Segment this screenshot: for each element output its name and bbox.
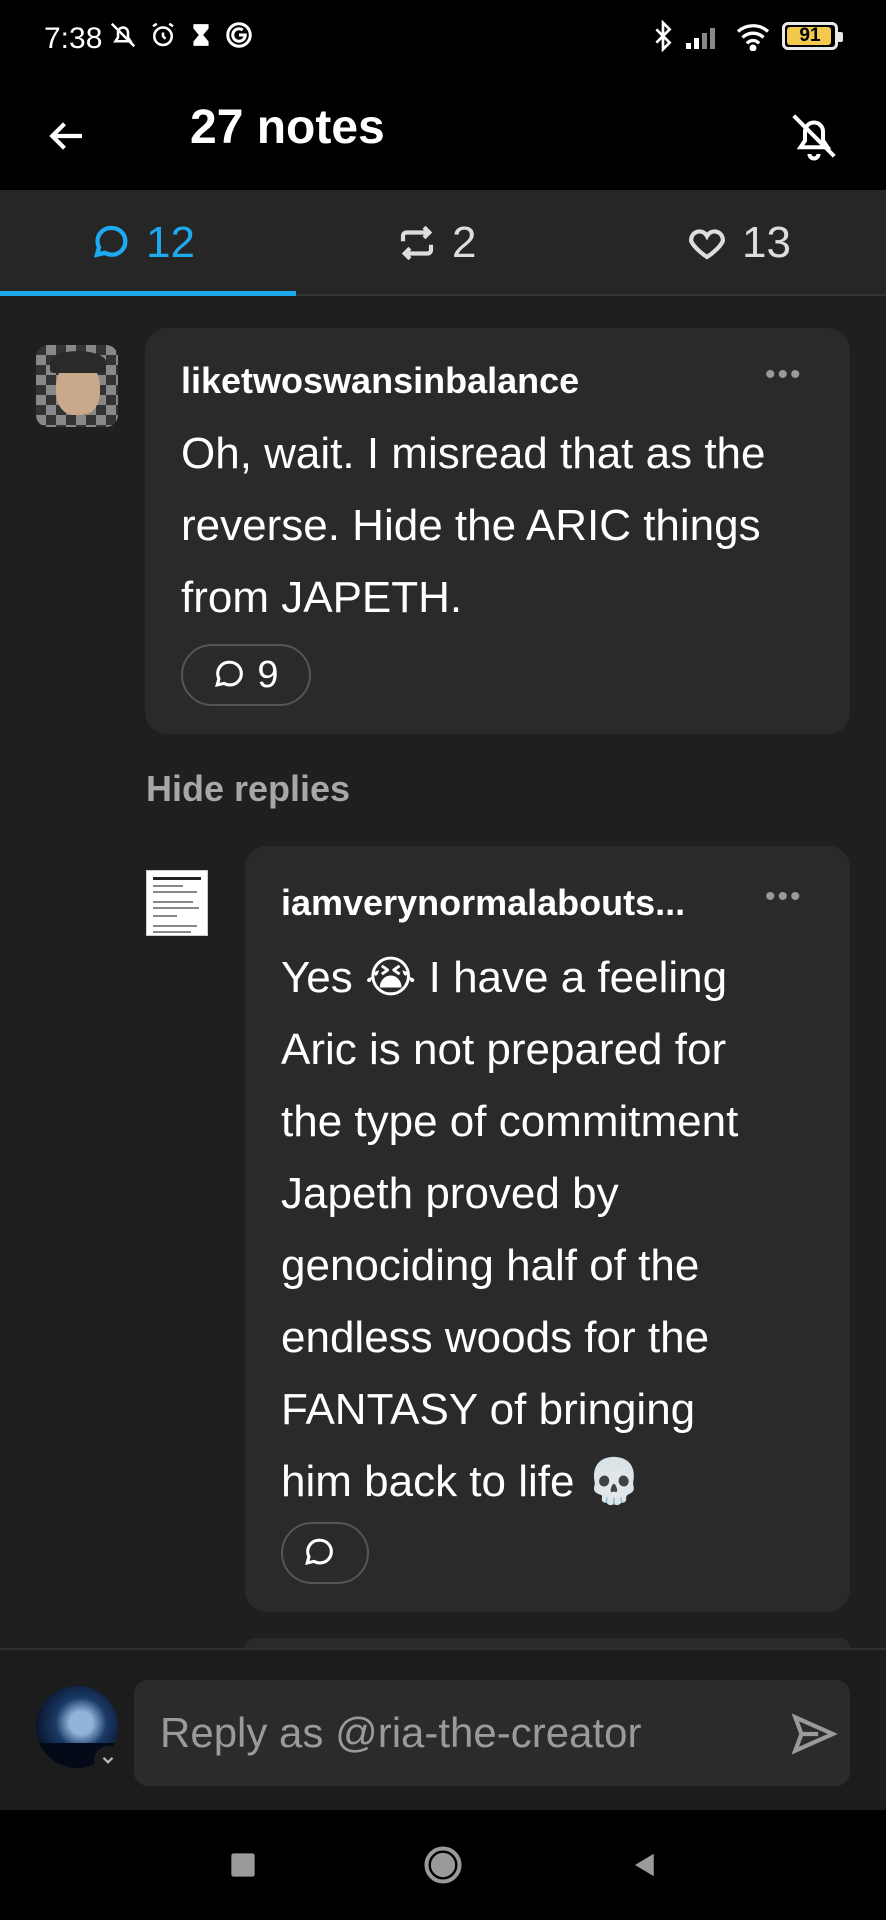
status-time: 7:38 (44, 22, 103, 55)
hide-replies-link[interactable]: Hide replies (146, 768, 350, 810)
status-right-icons: 91 (652, 20, 843, 52)
reply-button[interactable] (281, 1522, 369, 1584)
avatar[interactable] (36, 345, 118, 427)
square-icon (231, 1853, 255, 1877)
bell-off-icon (792, 114, 836, 161)
wifi-icon (736, 24, 770, 51)
status-left-icons (108, 20, 254, 50)
tab-likes-count: 13 (742, 218, 791, 267)
tab-reblogs-count: 2 (452, 218, 477, 267)
battery-icon: 91 (782, 22, 843, 50)
tab-reblogs[interactable]: 2 (396, 190, 476, 296)
comment-icon (305, 1538, 333, 1566)
page-title: 27 notes (190, 101, 385, 154)
tab-comments-count: 12 (146, 218, 195, 267)
hourglass-icon (193, 24, 209, 46)
app-header: 27 notes (0, 82, 886, 190)
comment-icon (215, 660, 244, 688)
signal-icon (686, 28, 715, 49)
alarm-icon (152, 22, 174, 47)
reply-input[interactable] (134, 1680, 850, 1786)
chevron-down-icon[interactable] (94, 1746, 122, 1774)
more-options-icon[interactable]: ••• (765, 880, 803, 914)
comment-text: Yes 😭 I have a feeling Aric is not prepa… (281, 953, 739, 1506)
replies-button[interactable]: 9 (181, 644, 311, 706)
send-button[interactable] (788, 1708, 840, 1760)
notes-tabs: 12 2 13 (0, 190, 886, 296)
heart-icon (689, 229, 725, 260)
tab-comments[interactable]: 12 (92, 190, 195, 296)
back-button[interactable] (38, 106, 98, 166)
reply-count: 9 (257, 653, 279, 696)
bluetooth-icon (655, 20, 672, 52)
back-nav-button[interactable] (620, 1840, 670, 1890)
comment-text: Oh, wait. I misread that as the reverse.… (181, 429, 766, 622)
g-app-icon (226, 22, 252, 48)
reblog-icon (400, 225, 434, 261)
arrow-left-icon (49, 122, 82, 150)
reply-bar (0, 1648, 886, 1810)
triangle-left-icon (635, 1853, 654, 1877)
comment-username[interactable]: iamverynormalabouts... (281, 882, 685, 924)
home-button[interactable] (418, 1840, 468, 1890)
battery-level: 91 (799, 25, 821, 46)
avatar[interactable] (146, 870, 208, 936)
status-bar: 7:38 91 (0, 0, 886, 82)
notification-off-icon (110, 22, 136, 48)
recents-button[interactable] (218, 1840, 268, 1890)
circle-icon (424, 1846, 462, 1884)
comment-card: liketwoswansinbalance ••• Oh, wait. I mi… (145, 328, 850, 734)
comment-username[interactable]: liketwoswansinbalance (181, 360, 579, 402)
comment-card: iamverynormalabouts... ••• Yes 😭 I have … (245, 846, 850, 1612)
comment-icon (93, 225, 128, 258)
mute-notifications-button[interactable] (782, 104, 846, 168)
active-tab-indicator (0, 291, 296, 296)
send-icon (791, 1713, 838, 1755)
tab-likes[interactable]: 13 (686, 190, 791, 296)
system-nav-bar (0, 1810, 886, 1920)
more-options-icon[interactable]: ••• (765, 358, 803, 392)
